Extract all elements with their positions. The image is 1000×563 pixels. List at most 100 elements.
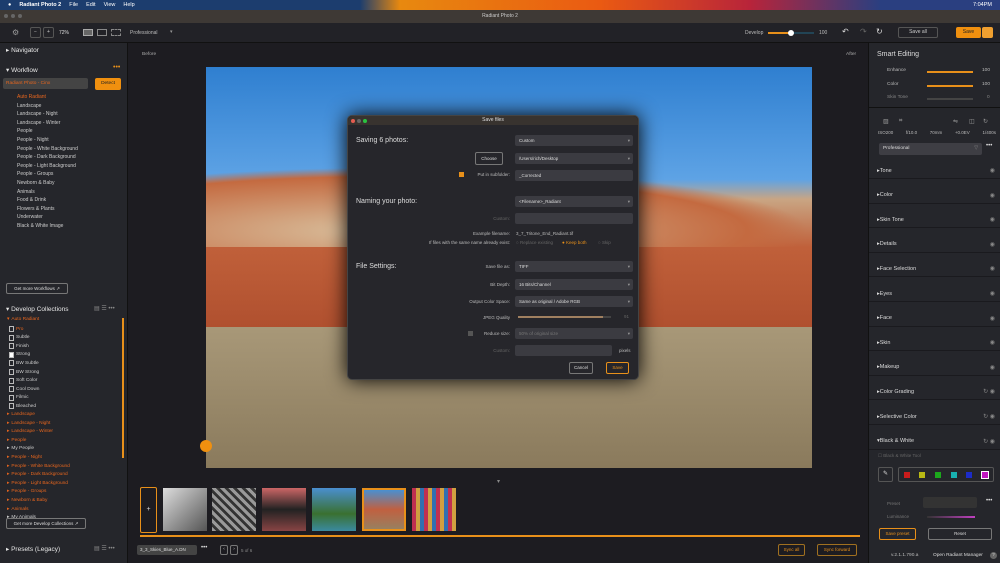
skin-tone-slider[interactable]	[927, 98, 973, 100]
replace-radio[interactable]: ○ Replace existing	[516, 240, 553, 245]
collection-item[interactable]: ▸ People - Groups	[7, 489, 46, 494]
reset-button[interactable]: Reset	[928, 528, 992, 540]
dialog-close-button[interactable]	[351, 118, 355, 123]
visibility-eye-icon[interactable]: ◉	[990, 290, 995, 297]
visibility-eye-icon[interactable]: ◉	[990, 265, 995, 272]
jpeg-quality-slider[interactable]	[518, 316, 611, 318]
visibility-eye-icon[interactable]: ◉	[990, 216, 995, 223]
section-black-white[interactable]: ▾ Black & White ↻ ◉	[877, 438, 995, 445]
workflow-item[interactable]: Underwater	[17, 214, 43, 220]
split-view-icon[interactable]	[97, 29, 107, 36]
save-options-toggle[interactable]	[982, 27, 993, 38]
color-slider[interactable]	[927, 85, 973, 87]
workflow-item[interactable]: People - Light Background	[17, 163, 76, 169]
section-face-selection[interactable]: ▸ Face Selection ◉	[877, 265, 995, 273]
file-select[interactable]: 3_3_Skies_Blue_A.DN	[137, 545, 197, 555]
preset-item[interactable]: Strong	[9, 351, 30, 358]
menu-file[interactable]: File	[69, 2, 78, 8]
visibility-eye-icon[interactable]: ◉	[990, 339, 995, 346]
profile-select[interactable]: Professional ▽	[879, 143, 982, 155]
collection-item[interactable]: ▸ Animals	[7, 507, 28, 512]
preset-item[interactable]: Filmic	[9, 394, 29, 401]
scrollbar[interactable]	[122, 318, 124, 458]
workflow-item[interactable]: Flowers & Plants	[17, 206, 55, 212]
subfolder-input[interactable]: _Corrected	[515, 170, 633, 181]
workflow-item[interactable]: People - Night	[17, 137, 49, 143]
section-color-grading[interactable]: ▸ Color Grading ↻ ◉	[877, 388, 995, 396]
save-button[interactable]: Save	[956, 27, 981, 38]
presets-view-icons[interactable]: ▤ ☰ •••	[94, 545, 115, 552]
sync-forward-button[interactable]: Sync forward	[817, 544, 857, 556]
subfolder-checkbox[interactable]	[459, 172, 464, 177]
menu-view[interactable]: View	[104, 2, 116, 8]
visibility-eye-icon[interactable]: ◉	[990, 167, 995, 174]
get-more-workflows-button[interactable]: Get more Workflows ↗	[6, 283, 68, 294]
thumbnail[interactable]	[262, 488, 306, 531]
visibility-eye-icon[interactable]: ↻ ◉	[983, 413, 995, 420]
image-icon[interactable]: ▨	[883, 118, 889, 125]
eyedropper-icon[interactable]: ✎	[878, 467, 893, 482]
collection-item[interactable]: ▸ Landscape - Winter	[7, 429, 53, 434]
chevron-down-icon[interactable]: ▾	[170, 29, 173, 35]
bw-tool-checkbox[interactable]: ☐ Black & White Tool	[878, 453, 921, 459]
zoom-out-button[interactable]: −	[30, 27, 41, 38]
split-handle[interactable]	[200, 440, 212, 452]
apple-icon[interactable]: ●	[8, 2, 11, 8]
collection-item[interactable]: ▸ Newborn & Baby	[7, 498, 47, 503]
preset-item[interactable]: Finish	[9, 343, 29, 350]
undo-icon[interactable]: ↶	[842, 27, 849, 36]
thumbnail[interactable]	[212, 488, 256, 531]
color-space-select[interactable]: Same as original / Adobe RGB	[515, 296, 633, 307]
workflow-item[interactable]: Animals	[17, 189, 35, 195]
visibility-eye-icon[interactable]: ↻ ◉	[983, 388, 995, 395]
luminance-slider[interactable]	[927, 516, 975, 518]
visibility-eye-icon[interactable]: ◉	[990, 192, 995, 199]
section-color[interactable]: ▸ Color ◉	[877, 192, 995, 199]
prev-button[interactable]: ‹	[220, 545, 228, 555]
skip-radio[interactable]: ○ Skip	[598, 240, 611, 245]
color-swatch[interactable]	[903, 471, 910, 478]
bit-depth-select[interactable]: 16 Bits/Channel	[515, 279, 633, 290]
workflow-item[interactable]: People - Groups	[17, 171, 53, 177]
settings-gear-icon[interactable]: ⚙	[12, 28, 19, 37]
rotate-icon[interactable]: ↻	[983, 118, 988, 125]
preset-select[interactable]: Custom	[515, 135, 633, 146]
minimize-button[interactable]	[11, 14, 15, 18]
workflow-item[interactable]: Newborn & Baby	[17, 180, 55, 186]
develop-slider[interactable]	[768, 30, 814, 36]
section-skin[interactable]: ▸ Skin ◉	[877, 339, 995, 347]
preset-item[interactable]: BW Strong	[9, 369, 39, 375]
color-swatch[interactable]	[919, 471, 926, 478]
single-view-icon[interactable]	[83, 29, 93, 36]
visibility-eye-icon[interactable]: ◉	[990, 364, 995, 371]
naming-select[interactable]: <Filename>_Radiant	[515, 196, 633, 207]
more-icon[interactable]: •••	[113, 64, 120, 71]
keep-both-radio[interactable]: ● Keep both	[562, 240, 587, 245]
color-swatch[interactable]	[935, 471, 942, 478]
color-swatch[interactable]	[966, 471, 973, 478]
menu-edit[interactable]: Edit	[86, 2, 95, 8]
dialog-zoom-button[interactable]	[363, 118, 367, 123]
sync-all-button[interactable]: Sync all	[778, 544, 805, 556]
cancel-button[interactable]: Cancel	[569, 362, 593, 374]
thumbnail[interactable]	[163, 488, 207, 531]
format-select[interactable]: TIFF	[515, 261, 633, 272]
help-icon[interactable]: ?	[990, 552, 997, 559]
preset-item[interactable]: Subtle	[9, 334, 30, 341]
workflow-item[interactable]: Food & Drink	[17, 197, 46, 203]
enhance-slider[interactable]	[927, 71, 973, 73]
custom-input[interactable]	[515, 213, 633, 224]
workflow-item[interactable]: Landscape - Night	[17, 111, 58, 117]
menu-help[interactable]: Help	[123, 2, 134, 8]
more-icon[interactable]: •••	[986, 143, 992, 149]
get-more-collections-button[interactable]: Get more Develop Collections ↗	[6, 518, 86, 529]
section-details[interactable]: ▸ Details ◉	[877, 241, 995, 248]
workflow-item[interactable]: Black & White Image	[17, 223, 63, 229]
collection-item[interactable]: ▸ Landscape	[7, 412, 35, 417]
workflow-item[interactable]: People - Dark Background	[17, 154, 76, 160]
next-button[interactable]: ›	[230, 545, 238, 555]
workflow-header[interactable]: ▾ Workflow	[6, 66, 38, 74]
filmstrip-toggle-icon[interactable]: ▾	[497, 478, 500, 485]
reduce-select[interactable]: 50% of original size	[515, 328, 633, 339]
navigator-header[interactable]: ▸ Navigator	[6, 46, 39, 54]
